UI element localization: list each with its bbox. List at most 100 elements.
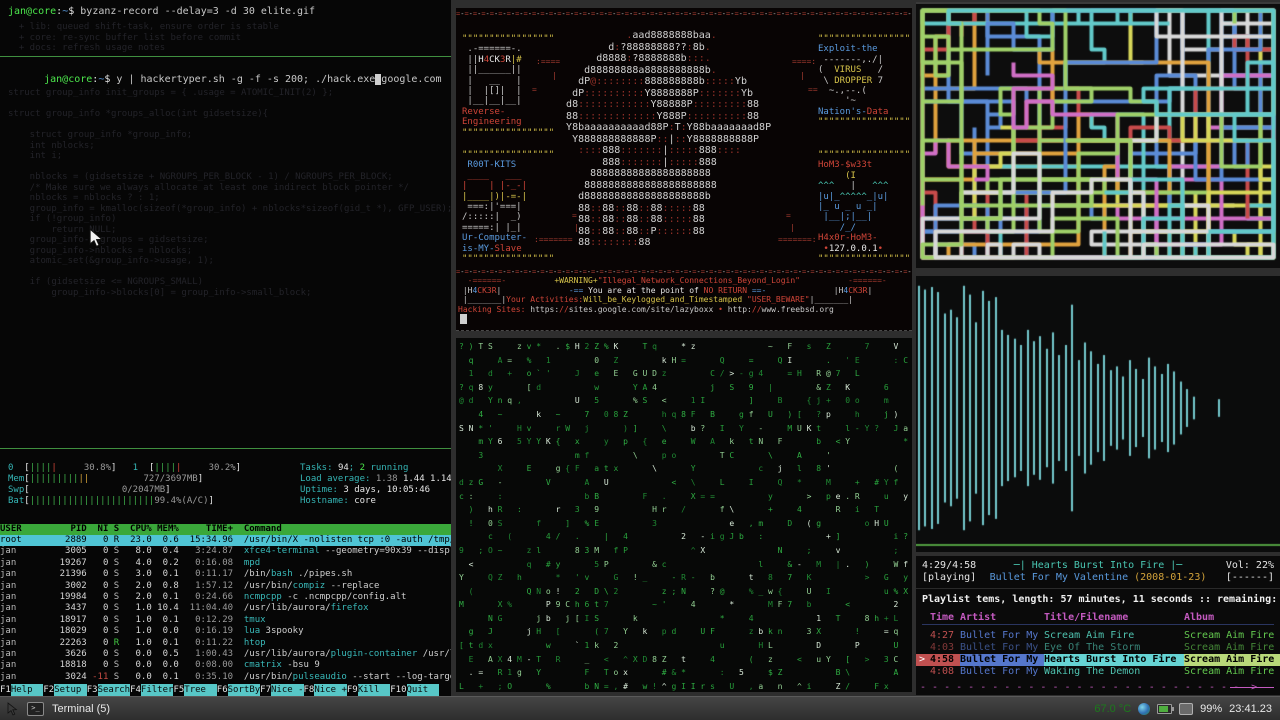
process-row[interactable]: jan 3437 0 S 1.0 10.4 11:04.40 /usr/lib/… xyxy=(0,603,451,614)
cpu-temp-readout: 67.0 °C xyxy=(1094,703,1131,715)
fkey-filter[interactable]: F4Filter xyxy=(130,684,173,696)
fkey-quit[interactable]: F10Quit xyxy=(390,684,439,696)
matrix-window[interactable]: ? ) T S z v * . $ H 2 Z % K T q * z ~ F … xyxy=(456,338,912,692)
hacker-banner-window[interactable]: =-=-=-=-=-=-=-=-=-=-=-=-=-=-=-=-=-=-=-=-… xyxy=(456,8,912,331)
ascii-connector: =======: xyxy=(778,236,817,244)
volume-bar[interactable]: [------] xyxy=(1226,572,1274,584)
playlist-row[interactable]: 4:03Bullet For MyEye Of The StormScream … xyxy=(916,642,1280,654)
htop-column-header[interactable]: USER PID NI S CPU% MEM% TIME+ Command xyxy=(0,524,451,535)
process-row[interactable]: jan 3005 0 S 8.0 0.4 3:24.87 xfce4-termi… xyxy=(0,546,451,557)
htop-hostname-info: Hostname: core xyxy=(300,496,376,507)
process-row[interactable]: jan 18818 0 S 0.0 0.0 0:08.00 cmatrix -b… xyxy=(0,660,451,671)
playlist-header-album[interactable]: Album xyxy=(1184,612,1276,624)
fkey-search[interactable]: F3Search xyxy=(87,684,130,696)
mouse-pointer xyxy=(88,228,104,248)
process-row[interactable]: jan 3626 0 S 0.0 0.5 1:00.43 /usr/lib/au… xyxy=(0,649,451,660)
process-row[interactable]: jan 21396 0 S 3.0 0.1 0:11.17 /bin/bash … xyxy=(0,569,451,580)
playlist-progress-dashes: - - - - - - - - - - - - - - - - - - - - … xyxy=(920,682,1257,693)
ascii-connector: == xyxy=(808,86,818,94)
banner-text-cursor xyxy=(460,314,467,324)
ascii-connector: | xyxy=(800,72,805,80)
taskbar-app-label[interactable]: Terminal (5) xyxy=(52,703,110,715)
warning-line-1: -======- +WARNING+"Illegal_Network_Conne… xyxy=(458,276,887,286)
htop-process-list[interactable]: root 2889 0 R 23.0 0.6 15:34.96 /usr/bin… xyxy=(0,535,451,683)
playlist-stats: Playlist tems, length: 57 minutes, 11 se… xyxy=(922,594,1280,606)
playlist-header-underline xyxy=(922,624,1274,625)
ascii-connector: = xyxy=(572,212,577,220)
terminal-taskbar-icon[interactable]: >_ xyxy=(27,702,44,716)
fkey-help[interactable]: F1Help xyxy=(0,684,43,696)
ascii-badge-box: """""""""""""""""HoM3-$w33t (I^^^ | ^^^|… xyxy=(818,150,910,264)
touchpad-tray-icon[interactable] xyxy=(1179,703,1193,715)
playlist-header-time[interactable]: Time xyxy=(930,612,960,624)
playlist-row[interactable]: 4:27Bullet For MyScream Aim FireScream A… xyxy=(916,630,1280,642)
desktop: jan@core:~$ byzanz-record --delay=3 -d 3… xyxy=(0,0,1280,720)
skull-ascii-art: .aad8888888baa. d:?88888888??:8b. d8888:… xyxy=(560,30,771,249)
htop-load-info: Load average: 1.38 1.44 1.14 xyxy=(300,474,451,485)
terminal-window[interactable]: jan@core:~$ byzanz-record --delay=3 -d 3… xyxy=(0,0,451,696)
playlist-header-artist[interactable]: Artist xyxy=(960,612,1042,624)
ascii-connector: = xyxy=(786,212,791,220)
show-desktop-icon[interactable] xyxy=(6,702,19,716)
hacking-sites-line: Hacking Sites: https://sites.google.com/… xyxy=(458,305,834,315)
music-player-window[interactable]: 4:29/4:58 ─| Hearts Burst Into Fire |─ V… xyxy=(916,556,1280,695)
process-row[interactable]: jan 22263 0 R 1.0 0.1 0:11.22 htop xyxy=(0,638,451,649)
playlist-row[interactable]: 4:08Bullet For MyWaking The DemonScream … xyxy=(916,666,1280,678)
process-row[interactable]: jan 19984 0 S 2.0 0.1 0:24.66 ncmpcpp -c… xyxy=(0,592,451,603)
ascii-badge-box: """""""""""""""""Exploit-the -------,./|… xyxy=(818,34,910,128)
process-row[interactable]: jan 19267 0 S 4.0 0.2 0:16.08 mpd xyxy=(0,558,451,569)
warning-line-3: |_______|Your Activities:Will_be_Keylogg… xyxy=(458,295,853,305)
network-tray-icon[interactable] xyxy=(1138,703,1150,715)
process-row[interactable]: jan 18917 0 S 1.0 0.1 0:12.29 tmux xyxy=(0,615,451,626)
htop-cpu-meters: 0 [||||| 30.8%] 1 [||||| 30.2%] xyxy=(8,463,241,474)
process-row[interactable]: jan 18029 0 S 1.0 0.0 0:16.19 lua 3spook… xyxy=(0,626,451,637)
fkey-sortby[interactable]: F6SortBy xyxy=(217,684,260,696)
shell-prompt-1: jan@core:~$ byzanz-record --delay=3 -d 3… xyxy=(8,6,315,18)
htop-function-key-bar: F1Help F2Setup F3SearchF4FilterF5Tree F6… xyxy=(0,684,451,696)
ascii-connector: ====: xyxy=(792,58,816,66)
battery-tray-icon[interactable] xyxy=(1157,704,1172,714)
banner-separator: =-=-=-=-=-=-=-=-=-=-=-=-=-=-=-=-=-=-=-=-… xyxy=(456,268,912,276)
process-row[interactable]: jan 3002 0 S 2.0 0.8 1:57.12 /usr/bin/co… xyxy=(0,581,451,592)
spectrum-visualizer-canvas xyxy=(916,276,1280,552)
clock: 23:41.23 xyxy=(1229,703,1272,715)
ascii-connector: | xyxy=(552,72,557,80)
playlist-row[interactable]: >4:58Bullet For MyHearts Burst Into Fire… xyxy=(916,654,1280,666)
ascii-connector: | xyxy=(790,224,795,232)
htop-mem-meter: Mem[||||||||||| 727/3697MB] xyxy=(8,474,203,485)
warning-line-2: |H4CK3R| -== You are at the point of NO … xyxy=(458,286,872,296)
process-row[interactable]: jan 3024 -11 S 0.0 0.1 0:35.10 /usr/bin/… xyxy=(0,672,451,683)
player-divider xyxy=(916,588,1280,589)
ascii-connector: :==== xyxy=(536,58,560,66)
ascii-badge-box: """"""""""""""""" .-======-. ||H4CK3R|# … xyxy=(462,34,554,138)
fkey-setup[interactable]: F2Setup xyxy=(43,684,86,696)
htop-tasks-info: Tasks: 94; 2 running xyxy=(300,463,408,474)
ascii-connector: | xyxy=(574,224,579,232)
htop-battery-meter: Bat[|||||||||||||||||||||||99.4%(A/C)] xyxy=(8,496,214,507)
banner-top-border: =-=-=-=-=-=-=-=-=-=-=-=-=-=-=-=-=-=-=-=-… xyxy=(456,10,912,18)
dim-scrollback-text: + lib: queued shift-task, ensure order i… xyxy=(8,22,279,54)
volume-indicator[interactable]: Vol: 22% xyxy=(1226,560,1274,572)
htop-pane[interactable]: 0 [||||| 30.8%] 1 [||||| 30.2%] Mem[||||… xyxy=(0,449,451,696)
taskbar[interactable]: >_ Terminal (5) 67.0 °C 99% 23:41.23 xyxy=(0,696,1280,720)
battery-percentage: 99% xyxy=(1200,703,1222,715)
pipes-screensaver-canvas xyxy=(916,4,1280,266)
tmux-pane-separator[interactable] xyxy=(0,56,451,57)
playlist-progress-line xyxy=(1230,687,1274,688)
fkey-nice--[interactable]: F7Nice - xyxy=(260,684,303,696)
fkey-kill[interactable]: F9Kill xyxy=(347,684,390,696)
current-track-marker: > xyxy=(919,654,925,666)
hackertyper-code-output: struct group_info init_groups = { .usage… xyxy=(8,88,451,298)
visualizer-window[interactable] xyxy=(916,276,1280,552)
pipes-window[interactable] xyxy=(916,2,1280,268)
htop-uptime-info: Uptime: 3 days, 10:05:46 xyxy=(300,485,430,496)
process-row[interactable]: root 2889 0 R 23.0 0.6 15:34.96 /usr/bin… xyxy=(0,535,451,546)
fkey-nice-+[interactable]: F8Nice + xyxy=(304,684,347,696)
ascii-connector: = xyxy=(532,86,537,94)
htop-swap-meter: Swp[ 0/2047MB] xyxy=(8,485,171,496)
ascii-badge-box: """"""""""""""""" R00T-KITS ____ ___| | … xyxy=(462,150,554,264)
playlist-header-title[interactable]: Title/Filename xyxy=(1044,612,1182,624)
ascii-connector: :======= xyxy=(534,236,573,244)
matrix-rain-text: ? ) T S z v * . $ H 2 Z % K T q * z ~ F … xyxy=(456,338,912,692)
fkey-tree[interactable]: F5Tree xyxy=(173,684,216,696)
